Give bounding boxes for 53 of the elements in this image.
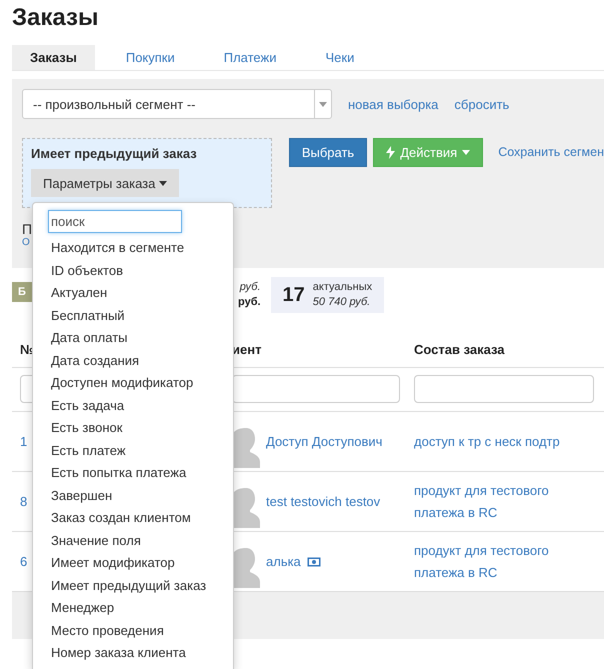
- menu-item[interactable]: Есть задача: [33, 394, 233, 417]
- order-items-link[interactable]: продукт для тестового платежа в RC: [414, 540, 594, 584]
- parameters-dropdown-button[interactable]: Параметры заказа: [31, 169, 180, 197]
- caret-icon: [462, 150, 470, 155]
- page-title: Заказы: [11, 3, 100, 33]
- condition-title: Имеет предыдущий заказ: [31, 146, 198, 161]
- tab[interactable]: Платежи: [206, 45, 294, 70]
- client-link[interactable]: test testovich testov: [266, 494, 380, 509]
- sum-text: руб.: [240, 280, 261, 295]
- menu-item[interactable]: Менеджер: [33, 597, 233, 620]
- menu-item[interactable]: Есть платеж: [33, 440, 233, 462]
- status-badge: Б: [12, 282, 32, 302]
- actual-sum: 50 740 руб.: [312, 295, 372, 310]
- filter-input[interactable]: [414, 375, 594, 403]
- order-items-link[interactable]: доступ к тр с неск подтр: [414, 430, 594, 452]
- save-segment-link[interactable]: Сохранить сегмен: [498, 138, 604, 167]
- filter-title: П: [22, 221, 32, 237]
- menu-item[interactable]: Имеет предыдущий заказ: [33, 574, 233, 597]
- menu-item[interactable]: Актуален: [33, 282, 233, 304]
- sum-total: руб.: [238, 295, 261, 310]
- menu-item[interactable]: Доступен модификатор: [33, 372, 233, 394]
- client-link[interactable]: Доступ Доступович: [266, 434, 382, 449]
- actual-count: 17: [282, 284, 305, 306]
- menu-item[interactable]: Значение поля: [33, 530, 233, 552]
- segment-select[interactable]: -- произвольный сегмент --: [22, 89, 332, 119]
- actual-label: актуальных: [312, 280, 372, 295]
- segment-link[interactable]: новая выборка: [348, 96, 438, 112]
- menu-item[interactable]: Дата создания: [33, 350, 233, 372]
- search-field[interactable]: поиск: [48, 210, 182, 233]
- order-items-link[interactable]: продукт для тестового платежа в RC: [414, 480, 594, 524]
- lightning-icon: [386, 146, 396, 159]
- caret-icon: [319, 102, 327, 106]
- menu-item[interactable]: Имеет модификатор: [33, 552, 233, 574]
- menu-item[interactable]: Находится в сегменте: [33, 237, 233, 260]
- filter-input[interactable]: [232, 375, 400, 403]
- caret-icon: [159, 180, 168, 186]
- menu-item[interactable]: Есть попытка платежа: [33, 462, 233, 484]
- menu-item[interactable]: Дата оплаты: [33, 327, 233, 350]
- menu-item[interactable]: Есть звонок: [33, 417, 233, 440]
- client-link[interactable]: алька: [266, 554, 301, 569]
- select-button[interactable]: Выбрать: [288, 138, 368, 167]
- menu-item[interactable]: ID объектов: [33, 260, 233, 282]
- column-header: Состав заказа: [414, 342, 506, 357]
- segment-link[interactable]: сбросить: [454, 96, 510, 112]
- menu-item[interactable]: Номер заказа клиента: [33, 642, 233, 664]
- tab[interactable]: Покупки: [108, 45, 193, 70]
- menu-item[interactable]: Место проведения: [33, 620, 233, 642]
- filter-link[interactable]: О: [22, 237, 30, 248]
- menu-item[interactable]: Завершен: [33, 484, 233, 507]
- menu-item[interactable]: Бесплатный: [33, 304, 233, 327]
- menu-item[interactable]: Заказ создан клиентом: [33, 507, 233, 530]
- tab[interactable]: Чеки: [307, 45, 372, 70]
- tab[interactable]: Заказы: [12, 45, 95, 70]
